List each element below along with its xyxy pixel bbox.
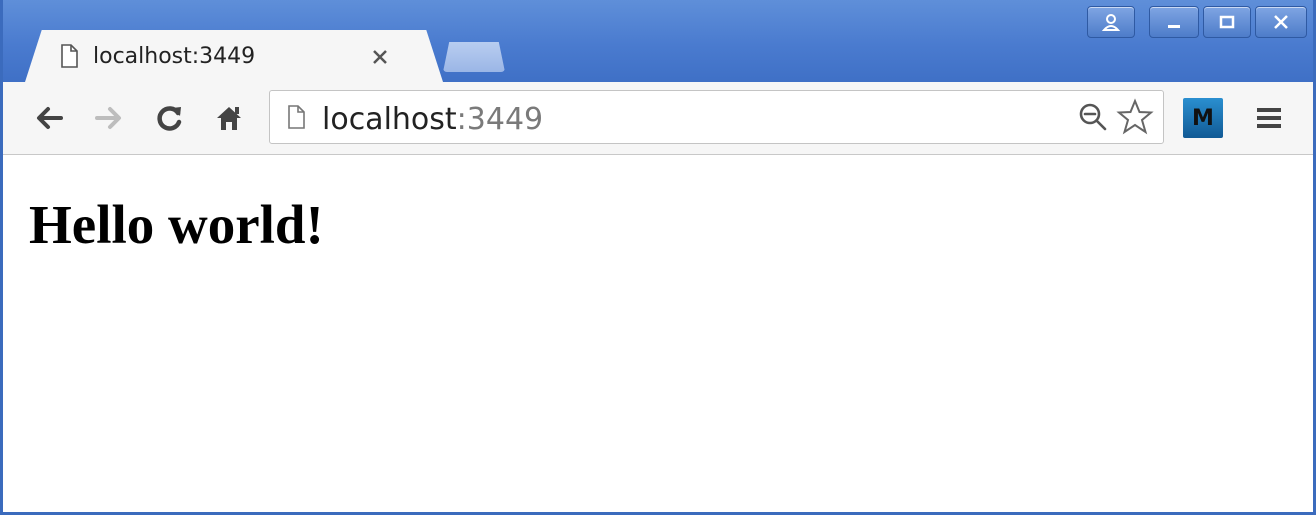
maximize-button[interactable] [1203, 6, 1251, 38]
star-icon[interactable] [1116, 98, 1154, 136]
user-icon [1101, 14, 1121, 31]
address-bar[interactable]: localhost:3449 [269, 90, 1164, 144]
back-button[interactable] [31, 100, 67, 136]
minimize-icon [1168, 25, 1180, 28]
page-icon [288, 105, 305, 129]
new-tab-button[interactable] [443, 42, 505, 72]
browser-window: localhost:3449 localhost:3449 M Hello wo… [0, 0, 1316, 515]
profile-button[interactable] [1087, 6, 1135, 38]
tab-title: localhost:3449 [93, 43, 256, 69]
close-icon[interactable] [371, 48, 389, 66]
forward-button[interactable] [91, 100, 127, 136]
reload-button[interactable] [151, 100, 187, 136]
extension-label: M [1192, 105, 1214, 131]
page-icon [61, 44, 78, 68]
window-close-icon [1274, 15, 1288, 29]
home-button[interactable] [211, 100, 247, 136]
back-icon [37, 107, 63, 129]
zoom-out-icon[interactable] [1076, 100, 1110, 134]
home-icon [217, 107, 241, 130]
url-host: localhost [322, 102, 457, 137]
menu-button[interactable] [1251, 100, 1287, 136]
extension-button[interactable]: M [1183, 98, 1223, 138]
toolbar: localhost:3449 M [3, 82, 1313, 155]
forward-icon [95, 107, 121, 129]
title-bar: localhost:3449 [3, 0, 1313, 82]
reload-icon [157, 106, 182, 131]
minimize-button[interactable] [1149, 6, 1199, 38]
url-port: :3449 [456, 102, 544, 137]
maximize-icon [1219, 15, 1235, 29]
window-close-button[interactable] [1255, 6, 1307, 38]
page-content: Hello world! [3, 155, 1313, 512]
url-text: localhost:3449 [322, 102, 543, 137]
page-heading: Hello world! [29, 194, 324, 255]
tab-content: localhost:3449 [41, 30, 421, 82]
menu-icon [1257, 108, 1281, 128]
